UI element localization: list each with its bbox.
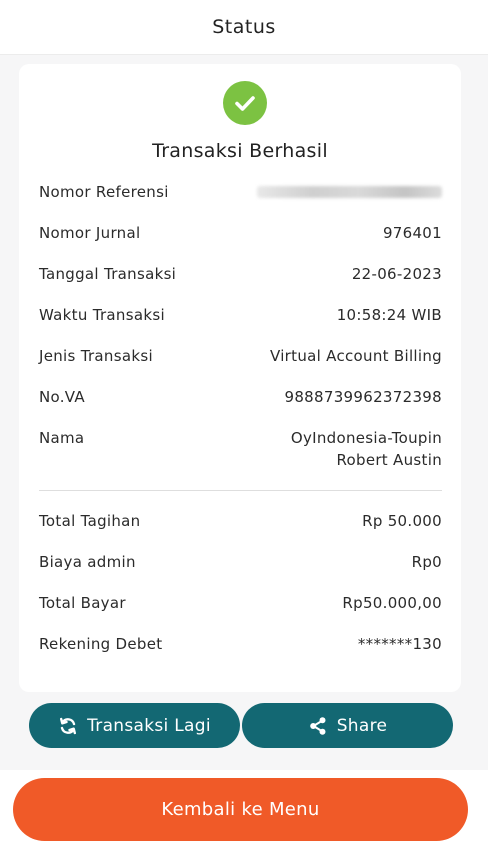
back-to-menu-label: Kembali ke Menu bbox=[161, 799, 320, 820]
row-transaction-time: Waktu Transaksi 10:58:24 WIB bbox=[39, 304, 442, 326]
row-va-number: No.VA 9888739962372398 bbox=[39, 386, 442, 408]
share-button[interactable]: Share bbox=[242, 703, 453, 748]
row-label: Rekening Debet bbox=[39, 635, 163, 653]
row-value: Rp0 bbox=[411, 553, 442, 571]
top-bar: Status bbox=[0, 0, 488, 55]
row-label: Tanggal Transaksi bbox=[39, 265, 177, 283]
row-label: Total Bayar bbox=[39, 594, 126, 612]
row-value: 22-06-2023 bbox=[351, 265, 442, 283]
row-value: 976401 bbox=[382, 224, 442, 242]
receipt-title: Transaksi Berhasil bbox=[152, 140, 328, 162]
transaksi-lagi-label: Transaksi Lagi bbox=[87, 715, 211, 736]
row-label: Total Tagihan bbox=[39, 512, 141, 530]
back-to-menu-button[interactable]: Kembali ke Menu bbox=[13, 778, 468, 841]
row-label: Waktu Transaksi bbox=[39, 306, 165, 324]
check-circle-icon bbox=[223, 81, 267, 125]
page-title: Status bbox=[212, 16, 276, 38]
row-admin-fee: Biaya admin Rp0 bbox=[39, 551, 442, 573]
row-value: Virtual Account Billing bbox=[269, 347, 442, 365]
row-value: OyIndonesia-Toupin Robert Austin bbox=[291, 427, 442, 471]
row-value: *******130 bbox=[357, 635, 442, 653]
row-value: 10:58:24 WIB bbox=[336, 306, 442, 324]
name-line-2: Robert Austin bbox=[336, 451, 442, 469]
row-value: Rp50.000,00 bbox=[342, 594, 442, 612]
row-value: Rp 50.000 bbox=[362, 512, 442, 530]
row-value: 9888739962372398 bbox=[284, 388, 442, 406]
row-reference-number: Nomor Referensi bbox=[39, 181, 442, 203]
name-line-1: OyIndonesia-Toupin bbox=[290, 429, 442, 447]
refresh-icon bbox=[58, 716, 78, 736]
row-total-paid: Total Bayar Rp50.000,00 bbox=[39, 592, 442, 614]
row-journal-number: Nomor Jurnal 976401 bbox=[39, 222, 442, 244]
row-transaction-date: Tanggal Transaksi 22-06-2023 bbox=[39, 263, 442, 285]
row-label: Nama bbox=[39, 429, 85, 447]
row-label: Nomor Referensi bbox=[39, 183, 169, 201]
divider bbox=[39, 490, 442, 491]
row-total-bill: Total Tagihan Rp 50.000 bbox=[39, 510, 442, 532]
reference-number-redacted bbox=[257, 186, 442, 198]
row-transaction-type: Jenis Transaksi Virtual Account Billing bbox=[39, 345, 442, 367]
transaksi-lagi-button[interactable]: Transaksi Lagi bbox=[29, 703, 240, 748]
row-label: Biaya admin bbox=[39, 553, 136, 571]
row-name: Nama OyIndonesia-Toupin Robert Austin bbox=[39, 427, 442, 471]
share-label: Share bbox=[336, 715, 388, 736]
row-label: Jenis Transaksi bbox=[39, 347, 153, 365]
share-icon bbox=[308, 716, 328, 736]
row-label: No.VA bbox=[39, 388, 85, 406]
row-debit-account: Rekening Debet *******130 bbox=[39, 633, 442, 655]
row-label: Nomor Jurnal bbox=[39, 224, 141, 242]
receipt-card: Transaksi Berhasil Nomor Referensi Nomor… bbox=[19, 64, 461, 692]
